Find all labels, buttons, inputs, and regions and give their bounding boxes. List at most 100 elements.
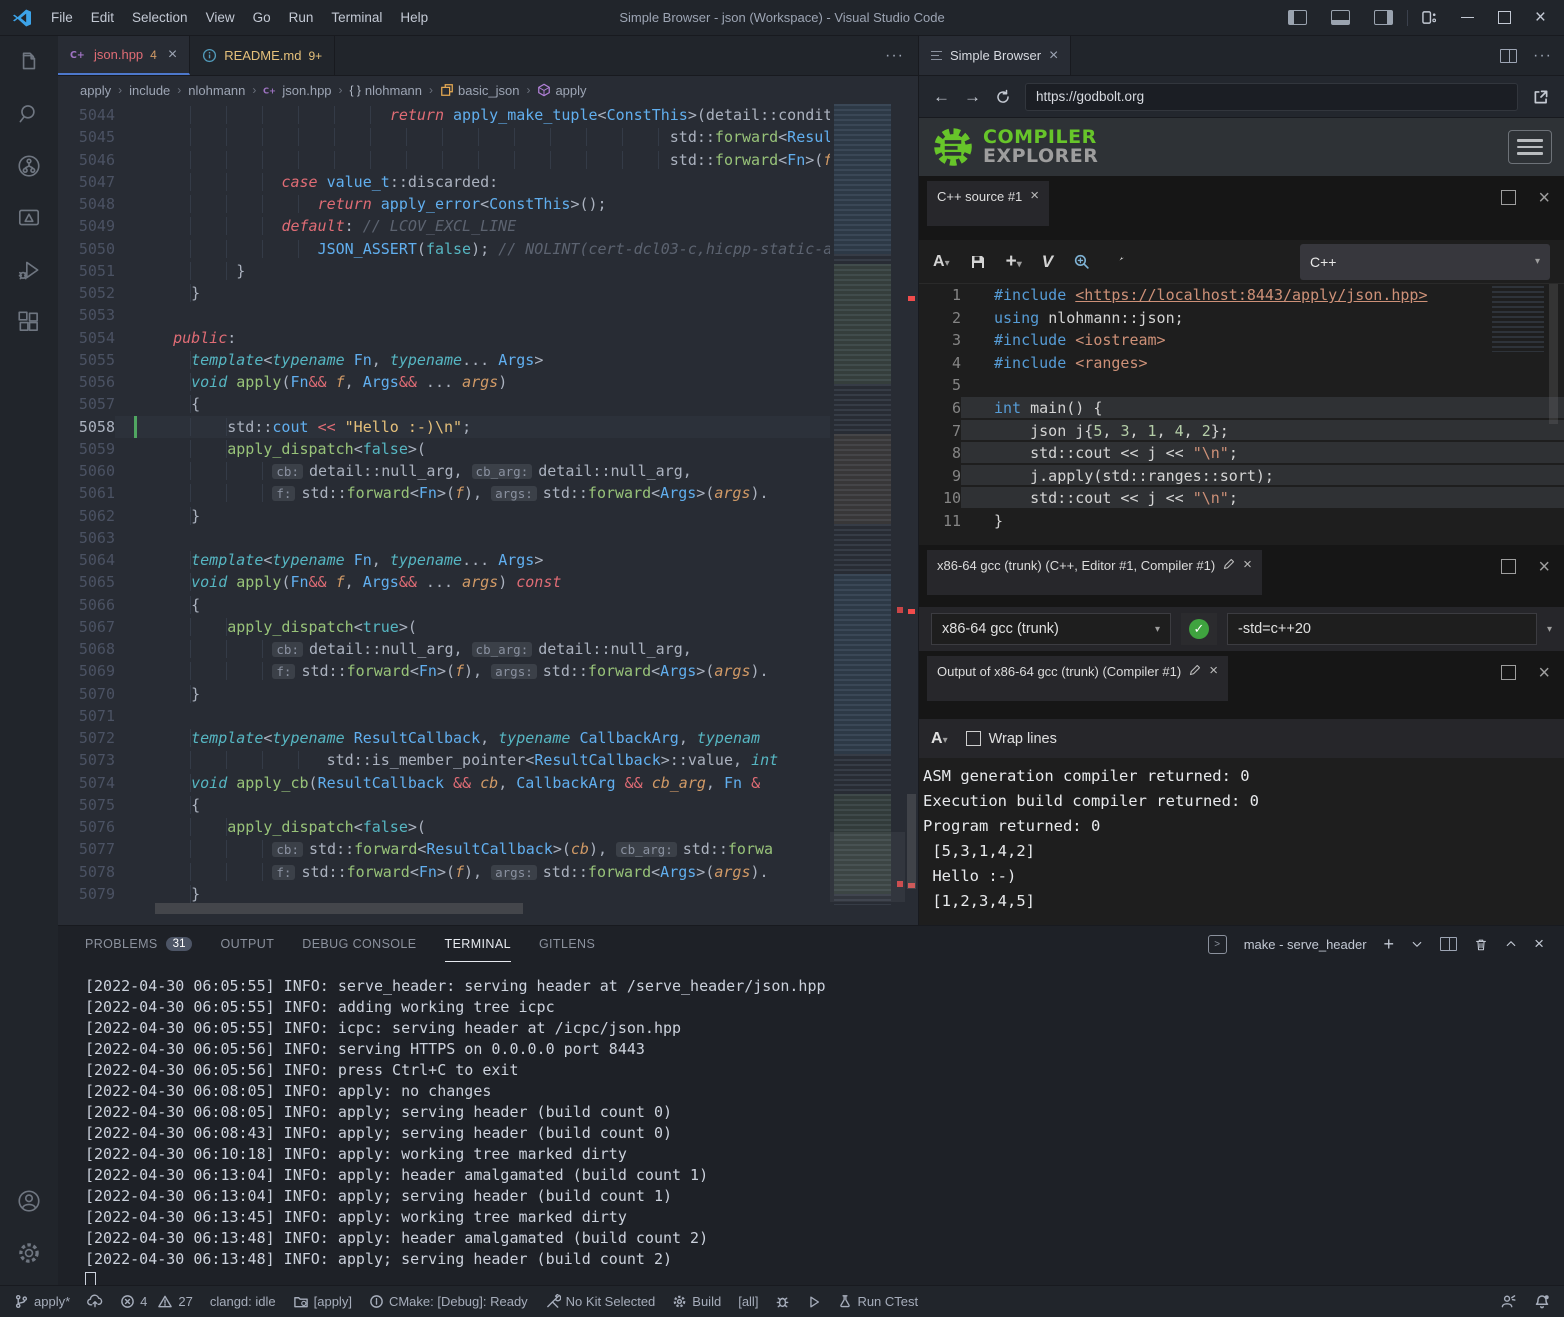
options-dropdown-icon[interactable]: ▾ [1547, 624, 1552, 635]
code-line[interactable]: 5049 default: // LCOV_EXCL_LINE [58, 215, 918, 237]
code-line[interactable]: 1#include <https://localhost:8443/apply/… [919, 284, 1564, 307]
code-line[interactable]: 5053 [58, 304, 918, 326]
editor-scrollbar[interactable] [905, 104, 918, 905]
compiler-options-input[interactable]: -std=c++20 [1227, 613, 1537, 645]
output-pane-tab[interactable]: Output of x86-64 gcc (trunk) (Compiler #… [927, 656, 1228, 701]
split-terminal-icon[interactable] [1440, 937, 1457, 951]
menu-selection[interactable]: Selection [123, 0, 197, 36]
menu-view[interactable]: View [197, 0, 244, 36]
code-line[interactable]: 5068 cb:detail::null_arg, cb_arg:detail:… [58, 638, 918, 660]
close-pane-icon[interactable]: × [1538, 191, 1550, 205]
code-line[interactable]: 5047 case value_t::discarded: [58, 171, 918, 193]
browser-scrollbar-thumb[interactable] [1549, 284, 1558, 424]
code-line[interactable]: 5079 } [58, 883, 918, 905]
hamburger-menu-icon[interactable] [1508, 130, 1552, 164]
code-line[interactable]: 5062 } [58, 505, 918, 527]
maximize-pane-icon[interactable] [1501, 190, 1516, 205]
panel-tab-output[interactable]: OUTPUT [220, 926, 274, 962]
code-line[interactable]: 5067 apply_dispatch<true>( [58, 616, 918, 638]
code-line[interactable]: 5061 f:std::forward<Fn>(f), args:std::fo… [58, 482, 918, 504]
font-size-button[interactable]: A▾ [933, 253, 950, 271]
close-icon[interactable]: × [1243, 558, 1252, 571]
breadcrumb-item[interactable]: basic_json [440, 83, 519, 98]
feedback-icon[interactable] [1500, 1294, 1516, 1309]
kill-terminal-icon[interactable] [1474, 937, 1488, 952]
terminal-dropdown-icon[interactable] [1411, 938, 1423, 950]
source-pane-tab[interactable]: C++ source #1× [927, 181, 1049, 226]
panel-tab-terminal[interactable]: TERMINAL [445, 926, 511, 962]
open-external-icon[interactable] [1532, 88, 1550, 106]
code-line[interactable]: 5066 { [58, 594, 918, 616]
code-line[interactable]: 5050 JSON_ASSERT(false); // NOLINT(cert-… [58, 238, 918, 260]
git-branch-status[interactable]: apply* [14, 1294, 70, 1309]
terminal-output[interactable]: [2022-04-30 06:05:55] INFO: serve_header… [58, 962, 1564, 1270]
code-editor[interactable]: 5044 return apply_make_tuple<ConstThis>(… [58, 104, 918, 905]
code-line[interactable]: 11} [919, 510, 1564, 533]
code-line[interactable]: 5057 { [58, 393, 918, 415]
code-line[interactable]: 5055 template<typename Fn, typename... A… [58, 349, 918, 371]
tab-simple-browser[interactable]: Simple Browser × [919, 36, 1071, 75]
toggle-secondary-sidebar-icon[interactable] [1374, 10, 1393, 25]
compiler-select[interactable]: x86-64 gcc (trunk)▾ [931, 613, 1171, 645]
terminal-title[interactable]: make - serve_header [1244, 937, 1367, 952]
close-pane-icon[interactable]: × [1538, 666, 1550, 680]
panel-tab-debug-console[interactable]: DEBUG CONSOLE [302, 926, 416, 962]
code-line[interactable]: 5076 apply_dispatch<false>( [58, 816, 918, 838]
problems-status[interactable]: 4 27 [120, 1294, 193, 1309]
forward-icon[interactable]: → [964, 87, 981, 107]
edit-title-icon[interactable] [1223, 558, 1235, 570]
code-line[interactable]: 5048 return apply_error<ConstThis>(); [58, 193, 918, 215]
close-tab-icon[interactable]: × [168, 46, 177, 64]
menu-go[interactable]: Go [244, 0, 280, 36]
menu-help[interactable]: Help [391, 0, 437, 36]
code-line[interactable]: 5075 { [58, 794, 918, 816]
url-input[interactable]: https://godbolt.org [1025, 83, 1518, 111]
cmake-icon[interactable] [0, 192, 58, 244]
close-tab-icon[interactable]: × [1049, 47, 1058, 65]
code-line[interactable]: 5071 [58, 705, 918, 727]
search-icon[interactable] [0, 88, 58, 140]
source-control-icon[interactable] [0, 140, 58, 192]
editor-more-actions[interactable]: ··· [871, 36, 918, 75]
code-line[interactable]: 5046 std::forward<Fn>(f), [58, 149, 918, 171]
code-line[interactable]: 4#include <ranges> [919, 352, 1564, 375]
horizontal-scrollbar-thumb[interactable] [155, 903, 523, 914]
menu-edit[interactable]: Edit [82, 0, 123, 36]
tab-json-hpp[interactable]: C+ json.hpp 4 × [58, 36, 190, 75]
close-icon[interactable]: × [1209, 664, 1218, 677]
menu-run[interactable]: Run [280, 0, 323, 36]
maximize-icon[interactable] [1498, 11, 1511, 24]
run-and-debug-icon[interactable] [0, 244, 58, 296]
sync-changes-button[interactable] [87, 1294, 103, 1309]
code-line[interactable]: 5063 [58, 527, 918, 549]
code-line[interactable]: 5051 } [58, 260, 918, 282]
menu-terminal[interactable]: Terminal [322, 0, 391, 36]
code-line[interactable]: 5044 return apply_make_tuple<ConstThis>(… [58, 104, 918, 126]
debug-icon[interactable] [775, 1294, 790, 1309]
maximize-panel-icon[interactable] [1505, 938, 1517, 950]
new-terminal-icon[interactable]: + [1384, 934, 1395, 955]
build-target[interactable]: [all] [738, 1294, 758, 1309]
panel-tab-problems[interactable]: PROBLEMS31 [85, 926, 192, 962]
code-line[interactable]: 5070 } [58, 683, 918, 705]
code-line[interactable]: 10 std::cout << j << "\n"; [919, 487, 1564, 510]
code-line[interactable]: 5065 void apply(Fn&& f, Args&& ... args)… [58, 571, 918, 593]
code-line[interactable]: 5058 std::cout << "Hello :-)\n"; [58, 416, 918, 438]
panel-tab-gitlens[interactable]: GITLENS [539, 926, 595, 962]
toggle-panel-icon[interactable] [1331, 10, 1350, 25]
minimap[interactable] [830, 104, 905, 905]
cmake-project-status[interactable]: [apply] [293, 1294, 352, 1309]
minimize-icon[interactable] [1461, 17, 1474, 19]
quick-bench-icon[interactable] [1110, 253, 1127, 270]
toggle-sidebar-icon[interactable] [1288, 10, 1307, 25]
breadcrumb-item[interactable]: apply [537, 83, 586, 98]
code-line[interactable]: 5064 template<typename Fn, typename... A… [58, 549, 918, 571]
kit-selection-status[interactable]: No Kit Selected [545, 1294, 656, 1309]
explorer-icon[interactable] [0, 36, 58, 88]
reload-icon[interactable] [995, 89, 1011, 105]
maximize-pane-icon[interactable] [1501, 559, 1516, 574]
close-pane-icon[interactable]: × [1538, 560, 1550, 574]
split-editor-icon[interactable] [1500, 49, 1517, 63]
tab-readme-md[interactable]: README.md 9+ [190, 36, 335, 75]
launch-icon[interactable] [807, 1295, 821, 1309]
